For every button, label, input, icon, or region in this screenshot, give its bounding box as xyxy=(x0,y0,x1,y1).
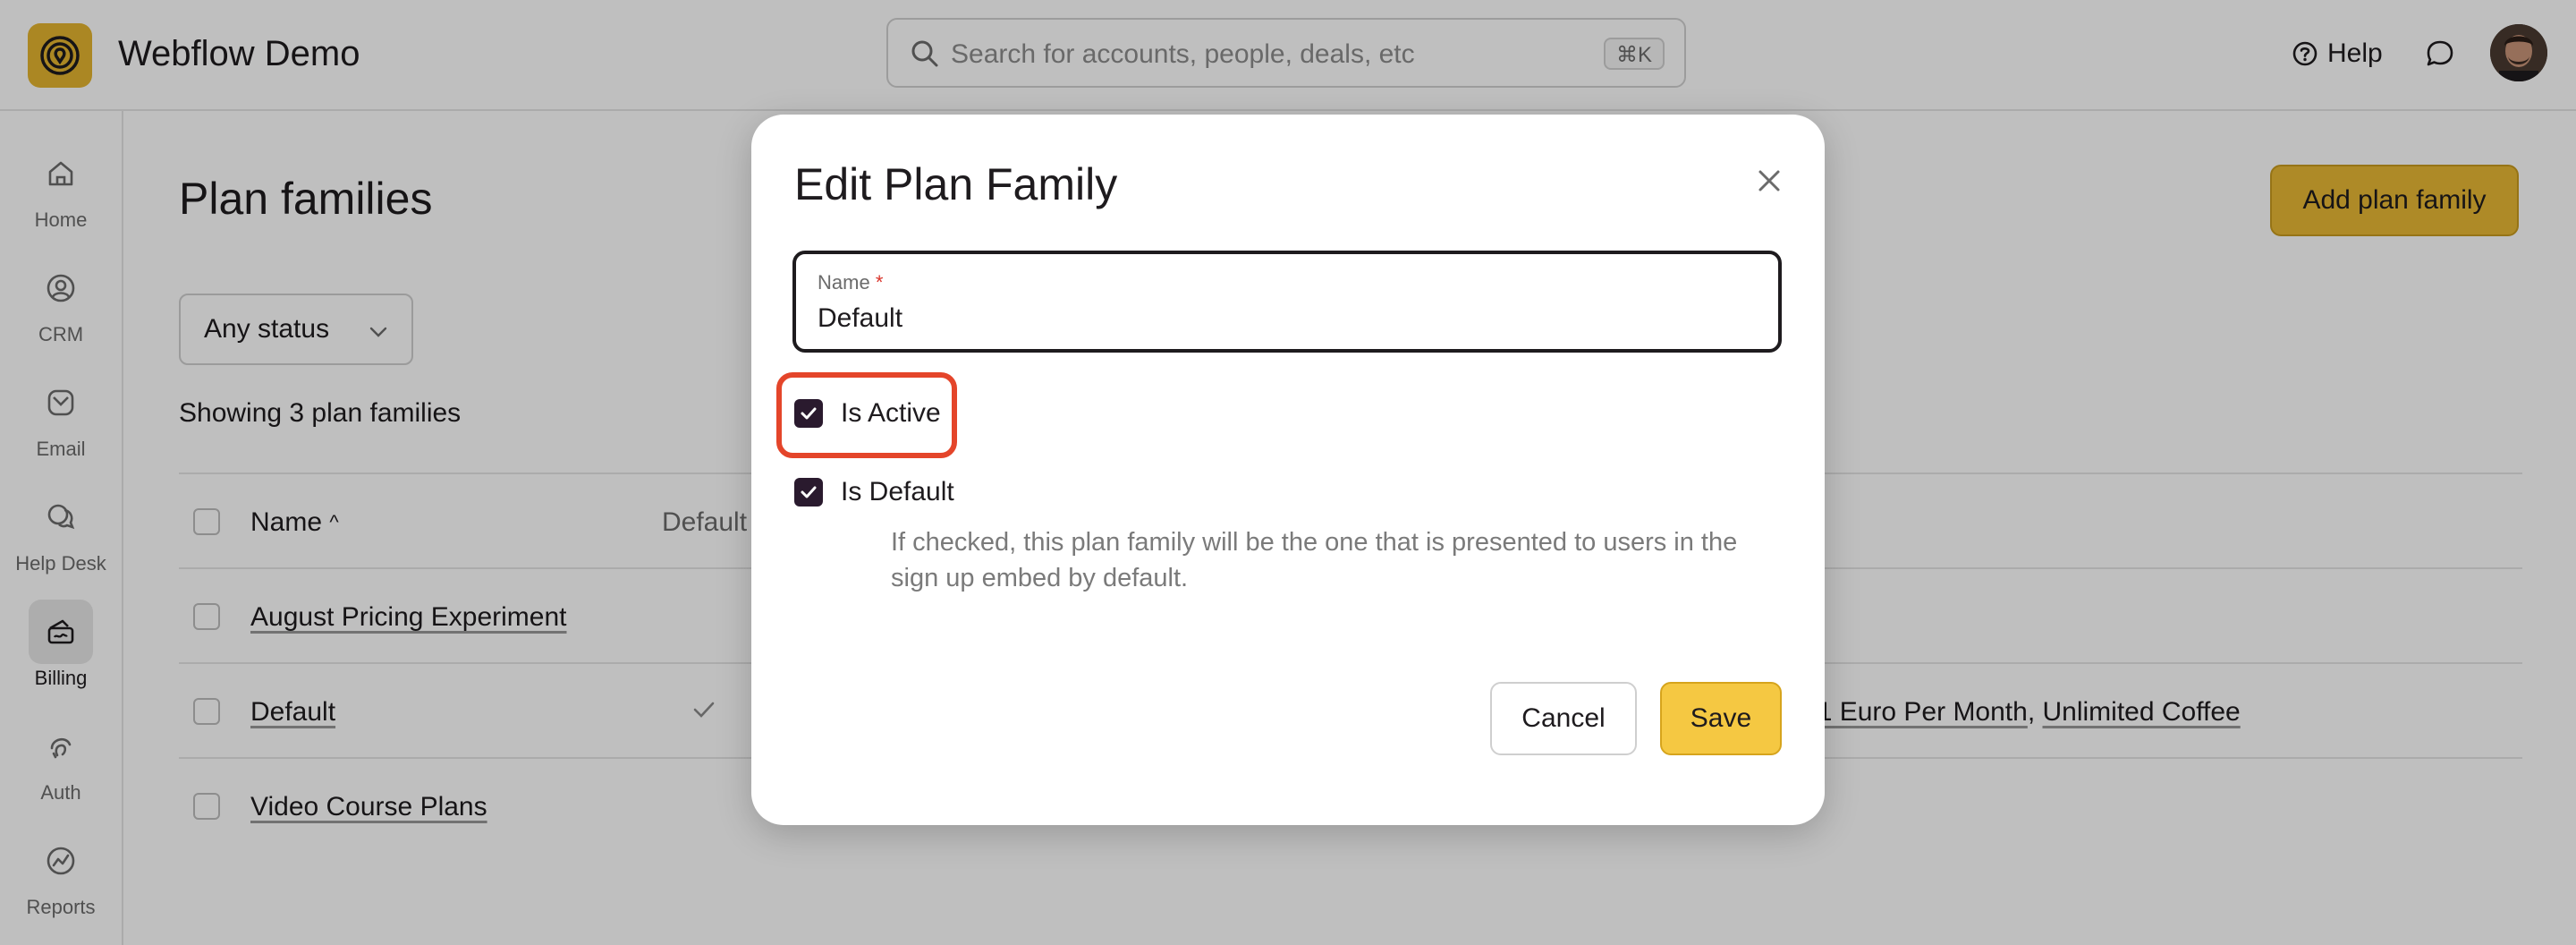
is-default-help-text: If checked, this plan family will be the… xyxy=(891,528,1738,592)
is-default-option: Is Default xyxy=(794,476,954,508)
edit-plan-family-dialog: Edit Plan Family Name * Default Is Activ… xyxy=(751,115,1825,825)
required-indicator: * xyxy=(875,271,884,294)
is-active-checkbox[interactable] xyxy=(794,399,823,428)
is-active-option: Is Active xyxy=(794,397,941,430)
close-icon[interactable] xyxy=(1750,161,1789,200)
checkmark-icon xyxy=(801,407,817,420)
save-button[interactable]: Save xyxy=(1660,682,1782,755)
name-field-value: Default xyxy=(818,303,903,333)
checkmark-icon xyxy=(801,486,817,498)
is-active-label[interactable]: Is Active xyxy=(841,397,941,430)
name-field-label: Name * xyxy=(818,271,884,294)
cancel-button[interactable]: Cancel xyxy=(1490,682,1637,755)
is-default-label[interactable]: Is Default xyxy=(841,476,954,508)
is-default-checkbox[interactable] xyxy=(794,478,823,507)
name-field[interactable]: Name * Default xyxy=(792,251,1782,353)
dialog-title: Edit Plan Family xyxy=(794,159,1118,209)
